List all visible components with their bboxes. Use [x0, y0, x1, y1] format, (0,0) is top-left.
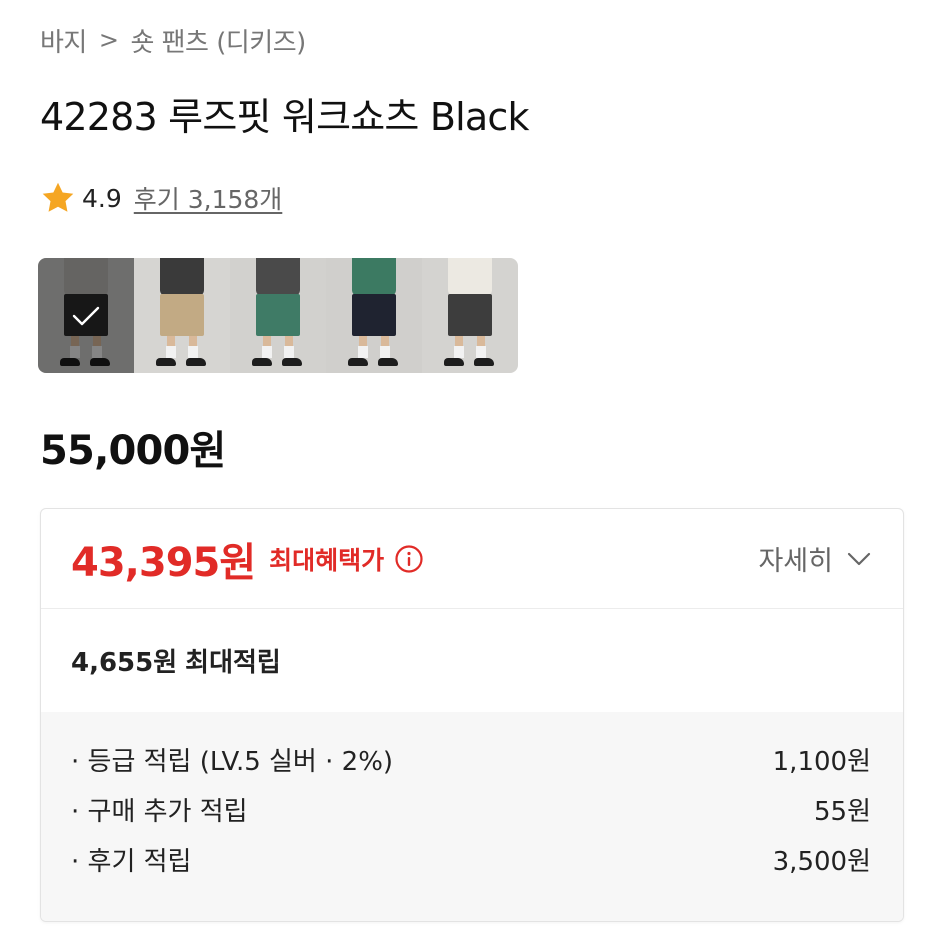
info-icon[interactable] — [394, 544, 424, 574]
points-breakdown-label: · 등급 적립 (LV.5 실버 · 2%) — [71, 746, 394, 777]
max-points-amount: 4,655원 — [71, 648, 178, 678]
points-breakdown-row: · 후기 적립 3,500원 — [71, 834, 871, 884]
max-points-row: 4,655원 최대적립 — [41, 609, 903, 712]
points-breakdown: · 등급 적립 (LV.5 실버 · 2%) 1,100원 · 구매 추가 적립… — [41, 712, 903, 921]
color-thumbnail[interactable] — [230, 258, 326, 373]
rating-summary: 4.9 후기 3,158개 — [40, 178, 282, 218]
points-breakdown-amount: 3,500원 — [772, 846, 871, 877]
color-thumbnail[interactable] — [38, 258, 134, 373]
points-breakdown-label: · 구매 추가 적립 — [71, 796, 248, 827]
color-thumbnail[interactable] — [134, 258, 230, 373]
max-points-label: 최대적립 — [185, 648, 281, 678]
selected-overlay — [38, 258, 134, 373]
product-title: 42283 루즈핏 워크쇼츠 Black — [40, 95, 529, 139]
detail-toggle-label: 자세히 — [758, 546, 833, 577]
color-thumbnail[interactable] — [422, 258, 518, 373]
original-price: 55,000원 — [40, 428, 226, 474]
breadcrumb-item-short-pants[interactable]: 숏 팬츠 (디키즈) — [130, 22, 306, 59]
benefit-header: 43,395원 최대혜택가 자세히 — [41, 509, 903, 609]
rating-value: 4.9 — [82, 183, 122, 213]
max-benefit-label: 최대혜택가 — [269, 545, 385, 575]
benefit-card: 43,395원 최대혜택가 자세히 4,655원 최대적립 · 등급 적립 (L… — [40, 508, 904, 922]
breadcrumb: 바지 > 숏 팬츠 (디키즈) — [40, 22, 306, 58]
points-breakdown-amount: 1,100원 — [772, 746, 871, 777]
chevron-down-icon — [847, 552, 871, 565]
breadcrumb-separator: > — [98, 26, 119, 54]
color-thumbnails — [38, 258, 518, 373]
star-icon — [42, 182, 74, 212]
max-benefit-price: 43,395원 — [71, 539, 256, 586]
color-thumbnail[interactable] — [326, 258, 422, 373]
detail-toggle-button[interactable]: 자세히 — [758, 539, 871, 578]
breadcrumb-item-pants[interactable]: 바지 — [40, 22, 87, 59]
points-breakdown-amount: 55원 — [813, 796, 871, 827]
check-icon — [72, 306, 100, 325]
review-count-link[interactable]: 후기 3,158개 — [134, 180, 283, 216]
points-breakdown-row: · 등급 적립 (LV.5 실버 · 2%) 1,100원 — [71, 734, 871, 784]
points-breakdown-label: · 후기 적립 — [71, 846, 192, 877]
points-breakdown-row: · 구매 추가 적립 55원 — [71, 784, 871, 834]
